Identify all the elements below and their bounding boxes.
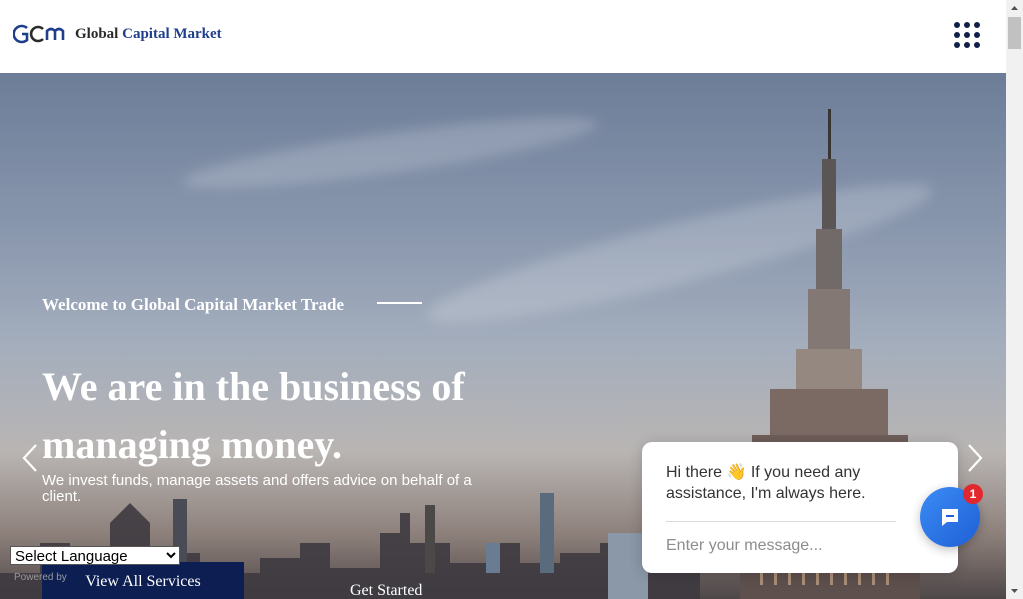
view-all-services-button[interactable]: View All Services (42, 562, 244, 599)
scroll-down-arrow-icon[interactable] (1006, 582, 1023, 599)
hero-subtitle-line (377, 302, 422, 304)
chevron-left-icon[interactable] (18, 441, 42, 475)
grid-dot (964, 42, 970, 48)
chat-popup: Hi there 👋 If you need any assistance, I… (642, 442, 958, 573)
chat-bubble-icon (942, 509, 958, 526)
get-started-button[interactable]: Get Started (350, 582, 422, 599)
site-logo[interactable]: Global Capital Market (13, 22, 222, 46)
chat-message-input[interactable] (666, 534, 896, 558)
menu-grid-button[interactable] (954, 22, 980, 48)
grid-dot (954, 22, 960, 28)
grid-dot (954, 32, 960, 38)
powered-by-text: Powered by (14, 572, 67, 583)
chat-unread-badge: 1 (963, 484, 983, 504)
site-header: Global Capital Market (0, 0, 1006, 73)
chevron-right-icon[interactable] (963, 441, 987, 475)
grid-dot (974, 32, 980, 38)
grid-dot (974, 42, 980, 48)
chat-greeting: Hi there 👋 If you need any assistance, I… (666, 464, 866, 502)
logo-word-capital-market: Capital Market (122, 25, 222, 42)
page-scrollbar[interactable] (1006, 0, 1023, 599)
grid-dot (974, 22, 980, 28)
hero-title: We are in the business of managing money… (42, 364, 465, 467)
scrollbar-thumb[interactable] (1008, 17, 1021, 49)
grid-dot (964, 32, 970, 38)
scroll-up-arrow-icon[interactable] (1006, 0, 1023, 17)
hero-subtitle: Welcome to Global Capital Market Trade (42, 295, 345, 314)
hero-description: We invest funds, manage assets and offer… (42, 472, 472, 505)
logo-text: Global Capital Market (75, 26, 222, 43)
grid-dot (954, 42, 960, 48)
language-select[interactable]: Select Language (10, 546, 180, 565)
gcm-logo-icon (13, 24, 65, 44)
grid-dot (964, 22, 970, 28)
logo-word-global: Global (75, 25, 119, 42)
chat-divider (666, 521, 896, 522)
